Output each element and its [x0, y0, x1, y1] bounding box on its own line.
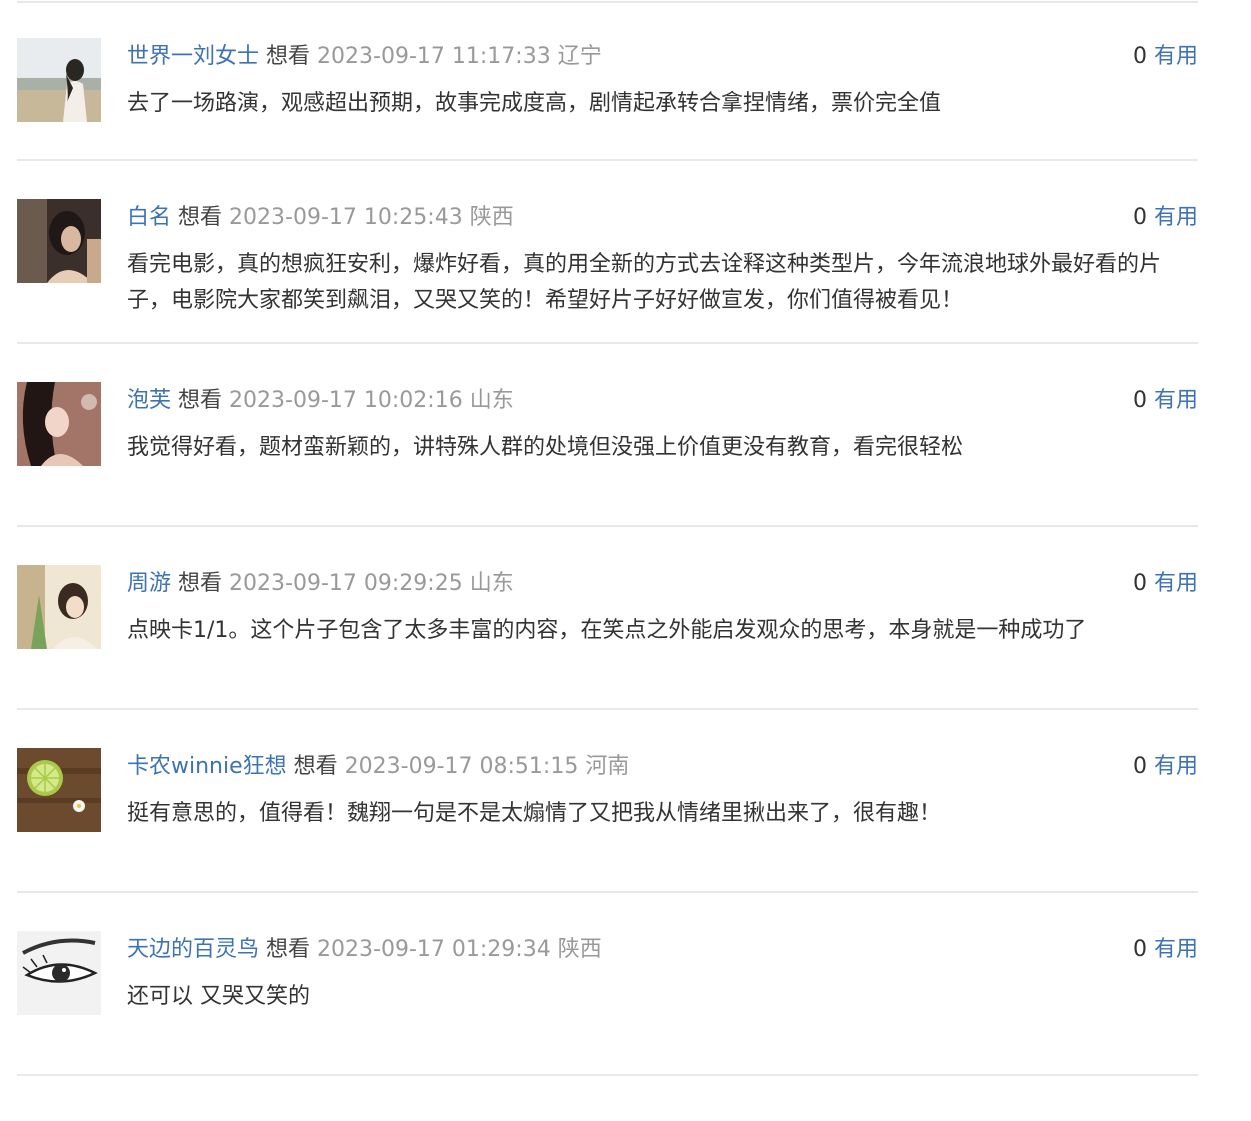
region: 陕西	[469, 205, 514, 230]
timestamp: 2023-09-17 09:29:25	[229, 571, 463, 596]
username-link[interactable]: 白名	[127, 205, 171, 230]
region: 辽宁	[557, 44, 602, 69]
useful-button[interactable]: 有用	[1154, 388, 1198, 413]
timestamp: 2023-09-17 08:51:15	[344, 754, 579, 779]
useful-button[interactable]: 有用	[1154, 44, 1198, 69]
useful-count: 0	[1132, 571, 1147, 596]
comment-header: 卡农winnie狂想 想看 2023-09-17 08:51:15 河南	[127, 752, 629, 782]
useful-button[interactable]: 有用	[1154, 754, 1198, 779]
comment-header: 泡芙 想看 2023-09-17 10:02:16 山东	[127, 386, 514, 416]
timestamp: 2023-09-17 11:17:33	[317, 44, 551, 69]
username-link[interactable]: 世界一刘女士	[127, 44, 259, 69]
useful-vote: 0 有用	[1133, 203, 1198, 233]
comment-header: 天边的百灵鸟 想看 2023-09-17 01:29:34 陕西	[127, 935, 602, 965]
region: 河南	[585, 754, 630, 779]
comment-content: 去了一场路演，观感超出预期，故事完成度高，剧情起承转合拿捏情绪，票价完全值	[127, 91, 942, 116]
status-label: 想看	[178, 205, 223, 230]
avatar[interactable]	[17, 748, 101, 832]
username-link[interactable]: 卡农winnie狂想	[127, 754, 287, 779]
comment-header: 世界一刘女士 想看 2023-09-17 11:17:33 辽宁	[127, 42, 602, 72]
username-link[interactable]: 天边的百灵鸟	[127, 937, 259, 962]
username-link[interactable]: 泡芙	[127, 388, 171, 413]
avatar[interactable]	[17, 565, 101, 649]
useful-button[interactable]: 有用	[1154, 937, 1198, 962]
useful-vote: 0 有用	[1133, 42, 1198, 72]
useful-count: 0	[1132, 937, 1147, 962]
comment-list: 世界一刘女士 想看 2023-09-17 11:17:33 辽宁 0 有用 去了…	[0, 0, 1251, 1076]
useful-count: 0	[1132, 44, 1147, 69]
comment-header: 白名 想看 2023-09-17 10:25:43 陕西	[127, 203, 514, 233]
comment-content: 看完电影，真的想疯狂安利，爆炸好看，真的用全新的方式去诠释这种类型片，今年流浪地…	[127, 252, 1162, 313]
useful-vote: 0 有用	[1133, 386, 1198, 416]
useful-vote: 0 有用	[1133, 569, 1198, 599]
status-label: 想看	[293, 754, 338, 779]
avatar[interactable]	[17, 382, 101, 466]
timestamp: 2023-09-17 10:02:16	[229, 388, 463, 413]
useful-vote: 0 有用	[1133, 752, 1198, 782]
comment-content: 我觉得好看，题材蛮新颖的，讲特殊人群的处境但没强上价值更没有教育，看完很轻松	[127, 435, 964, 460]
comment-content: 挺有意思的，值得看！魏翔一句是不是太煽情了又把我从情绪里揪出来了，很有趣！	[127, 801, 942, 826]
status-label: 想看	[178, 388, 223, 413]
comment-item: 天边的百灵鸟 想看 2023-09-17 01:29:34 陕西 0 有用 还可…	[0, 893, 1251, 1076]
useful-button[interactable]: 有用	[1154, 571, 1198, 596]
status-label: 想看	[266, 44, 311, 69]
comment-item: 泡芙 想看 2023-09-17 10:02:16 山东 0 有用 我觉得好看，…	[0, 344, 1251, 527]
avatar[interactable]	[17, 931, 101, 1015]
timestamp: 2023-09-17 10:25:43	[229, 205, 463, 230]
useful-vote: 0 有用	[1133, 935, 1198, 965]
region: 山东	[469, 571, 514, 596]
timestamp: 2023-09-17 01:29:34	[317, 937, 551, 962]
username-link[interactable]: 周游	[127, 571, 171, 596]
comment-item: 世界一刘女士 想看 2023-09-17 11:17:33 辽宁 0 有用 去了…	[0, 0, 1251, 161]
status-label: 想看	[178, 571, 223, 596]
comment-item: 周游 想看 2023-09-17 09:29:25 山东 0 有用 点映卡1/1…	[0, 527, 1251, 710]
avatar[interactable]	[17, 199, 101, 283]
useful-count: 0	[1132, 205, 1147, 230]
status-label: 想看	[266, 937, 311, 962]
comment-item: 白名 想看 2023-09-17 10:25:43 陕西 0 有用 看完电影，真…	[0, 161, 1251, 344]
comment-item: 卡农winnie狂想 想看 2023-09-17 08:51:15 河南 0 有…	[0, 710, 1251, 893]
region: 山东	[469, 388, 514, 413]
useful-button[interactable]: 有用	[1154, 205, 1198, 230]
comment-content: 还可以 又哭又笑的	[127, 984, 310, 1009]
comment-content: 点映卡1/1。这个片子包含了太多丰富的内容，在笑点之外能启发观众的思考，本身就是…	[127, 618, 1087, 643]
divider	[17, 1074, 1198, 1076]
useful-count: 0	[1132, 388, 1147, 413]
useful-count: 0	[1132, 754, 1147, 779]
comment-header: 周游 想看 2023-09-17 09:29:25 山东	[127, 569, 514, 599]
region: 陕西	[557, 937, 602, 962]
avatar[interactable]	[17, 38, 101, 122]
